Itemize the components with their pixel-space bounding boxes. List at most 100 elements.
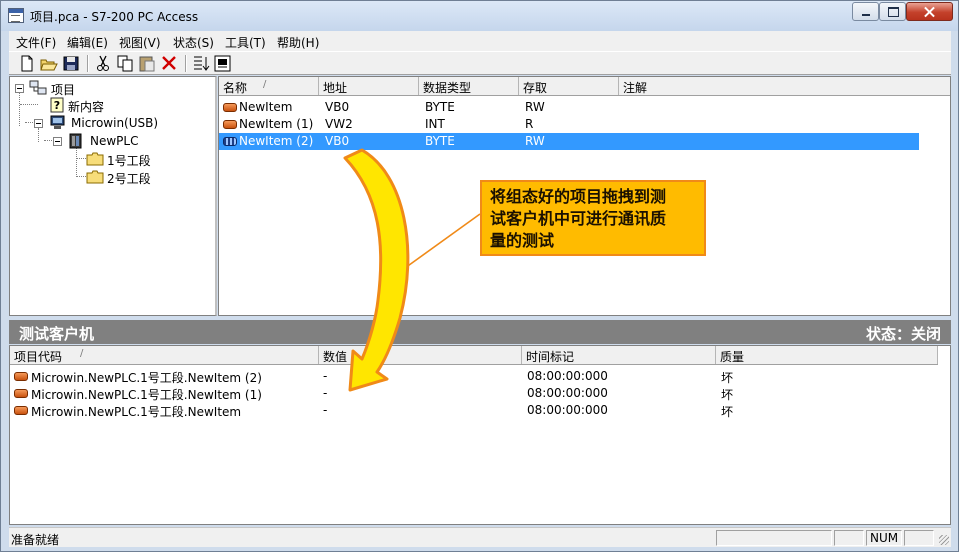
status-panel [904, 530, 934, 546]
test-client-title: 测试客户机 [19, 325, 95, 343]
item-code: Microwin.NewPLC.1号工段.NewItem (1) [31, 388, 262, 402]
column-header-value[interactable]: 数值 [319, 346, 522, 364]
item-type: BYTE [425, 100, 455, 114]
item-access: RW [525, 100, 545, 114]
status-bar: 准备就绪 NUM [9, 527, 951, 547]
test-client-status: 状态：关闭 [865, 325, 941, 343]
item-name: NewItem [239, 100, 293, 114]
cut-icon[interactable] [93, 54, 113, 73]
sort-indicator-icon: / [263, 79, 267, 90]
tree-node-new-content[interactable]: ? 新内容 [38, 97, 138, 114]
menu-status[interactable]: 状态(S) [173, 34, 214, 51]
test-client-row[interactable]: Microwin.NewPLC.1号工段.NewItem (2) - 08:00… [10, 368, 930, 385]
tree-node-plc[interactable]: NewPLC [14, 133, 144, 149]
menu-view[interactable]: 视图(V) [119, 34, 161, 51]
item-timestamp: 08:00:00:000 [527, 369, 608, 383]
tree-label-connection: Microwin(USB) [71, 116, 159, 130]
application-window: 项目.pca - S7-200 PC Access 文件(F) 编辑(E) 视图… [0, 0, 959, 552]
item-tag-icon [223, 120, 237, 129]
item-quality: 坏 [721, 388, 734, 402]
item-tag-icon [223, 137, 237, 146]
item-row[interactable]: NewItem (1) VW2 INT R [219, 116, 919, 133]
test-client-row[interactable]: Microwin.NewPLC.1号工段.NewItem (1) - 08:00… [10, 385, 930, 402]
item-quality: 坏 [721, 405, 734, 419]
column-header-timestamp[interactable]: 时间标记 [522, 346, 716, 364]
toolbar-separator [185, 55, 187, 72]
menu-tools[interactable]: 工具(T) [225, 34, 266, 51]
open-folder-icon[interactable] [39, 54, 59, 73]
item-type: INT [425, 117, 445, 131]
item-value: - [323, 369, 328, 383]
test-client-row[interactable]: Microwin.NewPLC.1号工段.NewItem - 08:00:00:… [10, 402, 930, 419]
item-address: VB0 [325, 100, 350, 114]
copy-icon[interactable] [115, 54, 135, 73]
column-header-name[interactable]: 名称 / [219, 77, 319, 95]
menu-bar: 文件(F) 编辑(E) 视图(V) 状态(S) 工具(T) 帮助(H) [9, 31, 951, 51]
client-view-icon[interactable] [213, 54, 233, 73]
plc-icon [69, 133, 82, 149]
item-tag-icon [14, 389, 28, 398]
item-access: RW [525, 134, 545, 148]
toolbar [9, 51, 951, 75]
delete-icon[interactable] [159, 54, 179, 73]
paste-icon[interactable] [137, 54, 157, 73]
column-header-quality[interactable]: 质量 [716, 346, 938, 364]
status-num-indicator: NUM [866, 530, 902, 546]
folder-icon [86, 170, 104, 184]
column-header-type[interactable]: 数据类型 [419, 77, 519, 95]
minimize-button[interactable] [852, 2, 879, 21]
test-client-list-header: 项目代码 / 数值 时间标记 质量 [10, 346, 938, 365]
tree-node-connection[interactable]: Microwin(USB) [14, 115, 164, 131]
item-tag-icon [14, 372, 28, 381]
connection-icon [50, 115, 65, 129]
new-file-icon[interactable] [17, 54, 37, 73]
tree-node-folder[interactable]: 2号工段 [14, 169, 164, 186]
column-header-access[interactable]: 存取 [519, 77, 619, 95]
item-type: BYTE [425, 134, 455, 148]
column-header-address[interactable]: 地址 [319, 77, 419, 95]
title-bar[interactable]: 项目.pca - S7-200 PC Access [1, 1, 958, 31]
add-to-client-icon[interactable] [191, 54, 211, 73]
maximize-button[interactable] [879, 2, 906, 21]
tree-node-folder[interactable]: 1号工段 [14, 151, 164, 168]
tree-label-plc: NewPLC [90, 134, 139, 148]
sort-indicator-icon: / [80, 348, 84, 359]
test-client-header: 测试客户机 状态：关闭 [9, 320, 951, 344]
item-timestamp: 08:00:00:000 [527, 403, 608, 417]
save-icon[interactable] [61, 54, 81, 73]
item-timestamp: 08:00:00:000 [527, 386, 608, 400]
item-code: Microwin.NewPLC.1号工段.NewItem (2) [31, 371, 262, 385]
menu-edit[interactable]: 编辑(E) [67, 34, 108, 51]
item-row-selected[interactable]: NewItem (2) VB0 BYTE RW [219, 133, 919, 150]
test-client-list[interactable]: 项目代码 / 数值 时间标记 质量 Microwin.NewPLC.1号工段.Ne… [9, 345, 951, 525]
item-tag-icon [14, 406, 28, 415]
collapse-icon[interactable] [15, 84, 24, 93]
project-tree[interactable]: 项目 ? 新内容 Microwin(USB) NewPLC 1号工段 2号工段 [9, 76, 217, 316]
tree-label-root: 项目 [51, 83, 76, 97]
app-icon [8, 8, 24, 23]
close-button[interactable] [906, 2, 953, 21]
tree-label-folder: 1号工段 [107, 154, 151, 168]
project-icon [29, 80, 47, 95]
item-list-header: 名称 / 地址 数据类型 存取 注解 [219, 77, 950, 96]
menu-file[interactable]: 文件(F) [16, 34, 56, 51]
status-text: 准备就绪 [11, 533, 60, 547]
resize-grip[interactable] [939, 535, 949, 545]
collapse-icon[interactable] [34, 119, 43, 128]
callout-line: 将组态好的项目拖拽到测 [490, 187, 667, 206]
callout-line: 量的测试 [490, 231, 555, 250]
toolbar-separator [87, 55, 89, 72]
item-code: Microwin.NewPLC.1号工段.NewItem [31, 405, 242, 419]
collapse-icon[interactable] [53, 137, 62, 146]
item-tag-icon [223, 103, 237, 112]
menu-help[interactable]: 帮助(H) [277, 34, 319, 51]
item-row[interactable]: NewItem VB0 BYTE RW [219, 99, 919, 116]
tree-node-root[interactable]: 项目 [14, 80, 94, 97]
help-document-icon: ? [50, 97, 64, 113]
item-address: VW2 [325, 117, 353, 131]
window-title: 项目.pca - S7-200 PC Access [30, 10, 199, 24]
column-header-note[interactable]: 注解 [619, 77, 950, 95]
column-header-item-code[interactable]: 项目代码 / [10, 346, 319, 364]
tree-label-folder: 2号工段 [107, 172, 151, 186]
item-quality: 坏 [721, 371, 734, 385]
